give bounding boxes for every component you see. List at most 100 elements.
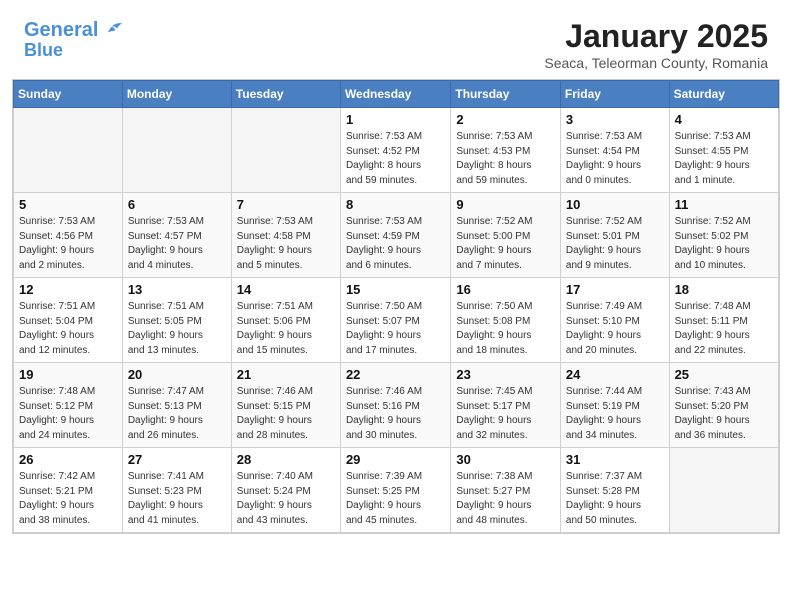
day-cell: 25Sunrise: 7:43 AM Sunset: 5:20 PM Dayli…: [669, 363, 778, 448]
calendar-body: 1 Sunrise: 7:53 AM Sunset: 4:52 PM Daylig…: [14, 108, 779, 533]
day-cell: 10Sunrise: 7:52 AM Sunset: 5:01 PM Dayli…: [560, 193, 669, 278]
weekday-header-wednesday: Wednesday: [340, 81, 450, 108]
day-cell: 29 Sunrise: 7:39 AM Sunset: 5:25 PM Dayli…: [340, 448, 450, 533]
day-number: 17: [566, 282, 664, 297]
day-info: Sunrise: 7:42 AM Sunset: 5:21 PM Dayligh…: [19, 470, 117, 528]
day-info: Sunrise: 7:47 AM Sunset: 5:13 PM Dayligh…: [128, 385, 226, 443]
location-subtitle: Seaca, Teleorman County, Romania: [544, 55, 768, 71]
day-cell: [231, 108, 340, 193]
day-number: 27: [128, 452, 226, 467]
day-info: Sunrise: 7:37 AM Sunset: 5:28 PM Dayligh…: [566, 470, 664, 528]
day-cell: 11 Sunrise: 7:52 AM Sunset: 5:02 PM Dayli…: [669, 193, 778, 278]
day-cell: 17 Sunrise: 7:49 AM Sunset: 5:10 PM Dayli…: [560, 278, 669, 363]
day-info: Sunrise: 7:49 AM Sunset: 5:10 PM Dayligh…: [566, 300, 664, 358]
day-cell: 21Sunrise: 7:46 AM Sunset: 5:15 PM Dayli…: [231, 363, 340, 448]
day-info: Sunrise: 7:46 AM Sunset: 5:16 PM Dayligh…: [346, 385, 445, 443]
day-number: 15: [346, 282, 445, 297]
day-info: Sunrise: 7:53 AM Sunset: 4:57 PM Dayligh…: [128, 215, 226, 273]
day-cell: [669, 448, 778, 533]
day-cell: 7Sunrise: 7:53 AM Sunset: 4:58 PM Daylig…: [231, 193, 340, 278]
day-info: Sunrise: 7:53 AM Sunset: 4:53 PM Dayligh…: [456, 130, 555, 188]
day-number: 11: [675, 197, 773, 212]
day-number: 6: [128, 197, 226, 212]
week-row-3: 12Sunrise: 7:51 AM Sunset: 5:04 PM Dayli…: [14, 278, 779, 363]
day-cell: 15 Sunrise: 7:50 AM Sunset: 5:07 PM Dayli…: [340, 278, 450, 363]
day-info: Sunrise: 7:53 AM Sunset: 4:54 PM Dayligh…: [566, 130, 664, 188]
day-number: 7: [237, 197, 335, 212]
week-row-1: 1 Sunrise: 7:53 AM Sunset: 4:52 PM Daylig…: [14, 108, 779, 193]
day-cell: 31 Sunrise: 7:37 AM Sunset: 5:28 PM Dayli…: [560, 448, 669, 533]
calendar-header: SundayMondayTuesdayWednesdayThursdayFrid…: [14, 81, 779, 108]
day-number: 1: [346, 112, 445, 127]
day-cell: 4Sunrise: 7:53 AM Sunset: 4:55 PM Daylig…: [669, 108, 778, 193]
day-cell: 5 Sunrise: 7:53 AM Sunset: 4:56 PM Daylig…: [14, 193, 123, 278]
weekday-header-thursday: Thursday: [451, 81, 561, 108]
page-header: General Blue January 2025 Seaca, Teleorm…: [0, 0, 792, 79]
month-title: January 2025: [544, 18, 768, 55]
day-cell: 22 Sunrise: 7:46 AM Sunset: 5:16 PM Dayli…: [340, 363, 450, 448]
day-number: 23: [456, 367, 555, 382]
day-info: Sunrise: 7:43 AM Sunset: 5:20 PM Dayligh…: [675, 385, 773, 443]
day-cell: 6 Sunrise: 7:53 AM Sunset: 4:57 PM Daylig…: [122, 193, 231, 278]
day-info: Sunrise: 7:41 AM Sunset: 5:23 PM Dayligh…: [128, 470, 226, 528]
day-number: 30: [456, 452, 555, 467]
day-number: 19: [19, 367, 117, 382]
day-cell: 12Sunrise: 7:51 AM Sunset: 5:04 PM Dayli…: [14, 278, 123, 363]
day-cell: 20 Sunrise: 7:47 AM Sunset: 5:13 PM Dayli…: [122, 363, 231, 448]
day-info: Sunrise: 7:52 AM Sunset: 5:02 PM Dayligh…: [675, 215, 773, 273]
day-info: Sunrise: 7:52 AM Sunset: 5:01 PM Dayligh…: [566, 215, 664, 273]
day-cell: 9Sunrise: 7:52 AM Sunset: 5:00 PM Daylig…: [451, 193, 561, 278]
day-info: Sunrise: 7:44 AM Sunset: 5:19 PM Dayligh…: [566, 385, 664, 443]
day-number: 2: [456, 112, 555, 127]
day-info: Sunrise: 7:38 AM Sunset: 5:27 PM Dayligh…: [456, 470, 555, 528]
weekday-header-tuesday: Tuesday: [231, 81, 340, 108]
day-number: 4: [675, 112, 773, 127]
logo: General Blue: [24, 18, 124, 61]
day-number: 29: [346, 452, 445, 467]
logo-bird-icon: [106, 18, 124, 36]
weekday-header-monday: Monday: [122, 81, 231, 108]
weekday-header-sunday: Sunday: [14, 81, 123, 108]
day-number: 5: [19, 197, 117, 212]
day-number: 26: [19, 452, 117, 467]
weekday-row: SundayMondayTuesdayWednesdayThursdayFrid…: [14, 81, 779, 108]
day-cell: 14Sunrise: 7:51 AM Sunset: 5:06 PM Dayli…: [231, 278, 340, 363]
day-cell: 8Sunrise: 7:53 AM Sunset: 4:59 PM Daylig…: [340, 193, 450, 278]
week-row-4: 19 Sunrise: 7:48 AM Sunset: 5:12 PM Dayli…: [14, 363, 779, 448]
day-info: Sunrise: 7:51 AM Sunset: 5:05 PM Dayligh…: [128, 300, 226, 358]
day-info: Sunrise: 7:53 AM Sunset: 4:52 PM Dayligh…: [346, 130, 445, 188]
day-info: Sunrise: 7:50 AM Sunset: 5:07 PM Dayligh…: [346, 300, 445, 358]
day-info: Sunrise: 7:53 AM Sunset: 4:56 PM Dayligh…: [19, 215, 117, 273]
day-cell: 28 Sunrise: 7:40 AM Sunset: 5:24 PM Dayli…: [231, 448, 340, 533]
day-number: 20: [128, 367, 226, 382]
title-area: January 2025 Seaca, Teleorman County, Ro…: [544, 18, 768, 71]
calendar: SundayMondayTuesdayWednesdayThursdayFrid…: [12, 79, 780, 534]
day-cell: 30 Sunrise: 7:38 AM Sunset: 5:27 PM Dayli…: [451, 448, 561, 533]
day-number: 3: [566, 112, 664, 127]
logo-text: General: [24, 18, 124, 41]
day-cell: 27 Sunrise: 7:41 AM Sunset: 5:23 PM Dayli…: [122, 448, 231, 533]
day-cell: 1 Sunrise: 7:53 AM Sunset: 4:52 PM Daylig…: [340, 108, 450, 193]
day-cell: 26 Sunrise: 7:42 AM Sunset: 5:21 PM Dayli…: [14, 448, 123, 533]
day-number: 22: [346, 367, 445, 382]
day-number: 28: [237, 452, 335, 467]
day-number: 13: [128, 282, 226, 297]
day-number: 21: [237, 367, 335, 382]
day-number: 9: [456, 197, 555, 212]
day-cell: 18Sunrise: 7:48 AM Sunset: 5:11 PM Dayli…: [669, 278, 778, 363]
week-row-5: 26 Sunrise: 7:42 AM Sunset: 5:21 PM Dayli…: [14, 448, 779, 533]
day-number: 18: [675, 282, 773, 297]
day-number: 31: [566, 452, 664, 467]
weekday-header-saturday: Saturday: [669, 81, 778, 108]
day-info: Sunrise: 7:50 AM Sunset: 5:08 PM Dayligh…: [456, 300, 555, 358]
day-info: Sunrise: 7:48 AM Sunset: 5:12 PM Dayligh…: [19, 385, 117, 443]
day-info: Sunrise: 7:40 AM Sunset: 5:24 PM Dayligh…: [237, 470, 335, 528]
day-number: 12: [19, 282, 117, 297]
day-number: 24: [566, 367, 664, 382]
day-info: Sunrise: 7:53 AM Sunset: 4:59 PM Dayligh…: [346, 215, 445, 273]
day-info: Sunrise: 7:51 AM Sunset: 5:06 PM Dayligh…: [237, 300, 335, 358]
day-number: 16: [456, 282, 555, 297]
day-cell: [122, 108, 231, 193]
weekday-header-friday: Friday: [560, 81, 669, 108]
day-info: Sunrise: 7:39 AM Sunset: 5:25 PM Dayligh…: [346, 470, 445, 528]
